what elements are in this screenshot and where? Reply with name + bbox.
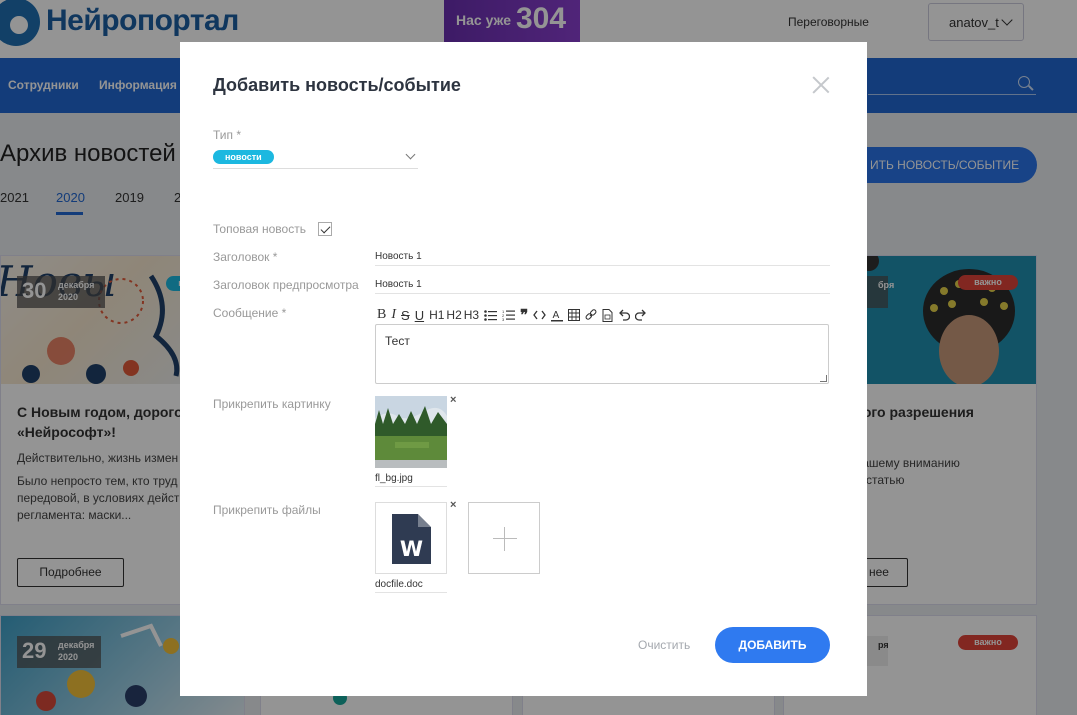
file-icon[interactable] xyxy=(602,307,613,323)
resize-handle[interactable] xyxy=(820,375,827,382)
italic-icon[interactable]: I xyxy=(391,307,396,323)
preview-headline-label: Заголовок предпросмотра xyxy=(213,278,359,292)
heading-1-icon[interactable]: H1 xyxy=(429,307,444,323)
image-thumbnail[interactable] xyxy=(375,396,447,468)
attach-files-label: Прикрепить файлы xyxy=(213,503,321,517)
close-icon[interactable] xyxy=(812,76,830,94)
message-text: Тест xyxy=(385,334,410,348)
undo-icon[interactable] xyxy=(618,307,631,323)
text-color-icon[interactable]: A xyxy=(551,307,564,323)
chevron-down-icon xyxy=(405,149,416,160)
word-document-icon: W xyxy=(392,514,431,564)
add-submit-button[interactable]: ДОБАВИТЬ xyxy=(715,627,830,663)
file-icon-letter: W xyxy=(400,537,423,561)
code-icon[interactable] xyxy=(533,307,546,323)
preview-headline-input[interactable]: Новость 1 xyxy=(375,276,830,294)
type-label: Тип * xyxy=(213,128,242,142)
table-icon[interactable] xyxy=(568,307,581,323)
bold-icon[interactable]: B xyxy=(377,307,386,323)
remove-image-icon[interactable]: × xyxy=(450,394,456,406)
strikethrough-icon[interactable]: S xyxy=(401,307,410,323)
bullet-list-icon[interactable] xyxy=(484,307,498,323)
top-news-label: Топовая новость xyxy=(213,222,306,236)
headline-label: Заголовок * xyxy=(213,250,278,264)
attach-image-label: Прикрепить картинку xyxy=(213,397,331,411)
attached-file-tile[interactable]: W xyxy=(375,502,447,574)
redo-icon[interactable] xyxy=(635,307,647,323)
type-select[interactable]: новости xyxy=(213,146,418,169)
add-file-button[interactable] xyxy=(468,502,540,574)
add-news-modal: Добавить новость/событие Тип * новости Т… xyxy=(180,42,867,696)
remove-file-icon[interactable]: × xyxy=(450,499,456,511)
heading-3-icon[interactable]: H3 xyxy=(464,307,479,323)
headline-input[interactable]: Новость 1 xyxy=(375,248,830,266)
heading-2-icon[interactable]: H2 xyxy=(446,307,461,323)
top-news-checkbox[interactable] xyxy=(318,222,332,236)
image-filename: fl_bg.jpg xyxy=(375,473,447,487)
underline-icon[interactable]: U xyxy=(415,307,424,323)
modal-title: Добавить новость/событие xyxy=(213,75,461,95)
editor-toolbar: B I S U H1 H2 H3 123 ❞ A xyxy=(377,307,652,324)
svg-text:3: 3 xyxy=(502,317,505,321)
quote-icon[interactable]: ❞ xyxy=(520,307,528,324)
message-label: Сообщение * xyxy=(213,306,287,320)
link-icon[interactable] xyxy=(585,307,597,323)
svg-text:A: A xyxy=(553,310,560,321)
clear-button[interactable]: Очистить xyxy=(638,638,690,652)
attached-filename: docfile.doc xyxy=(375,579,447,593)
message-editor[interactable]: Тест xyxy=(375,324,829,384)
type-tag: новости xyxy=(213,150,274,164)
numbered-list-icon[interactable]: 123 xyxy=(502,307,516,323)
